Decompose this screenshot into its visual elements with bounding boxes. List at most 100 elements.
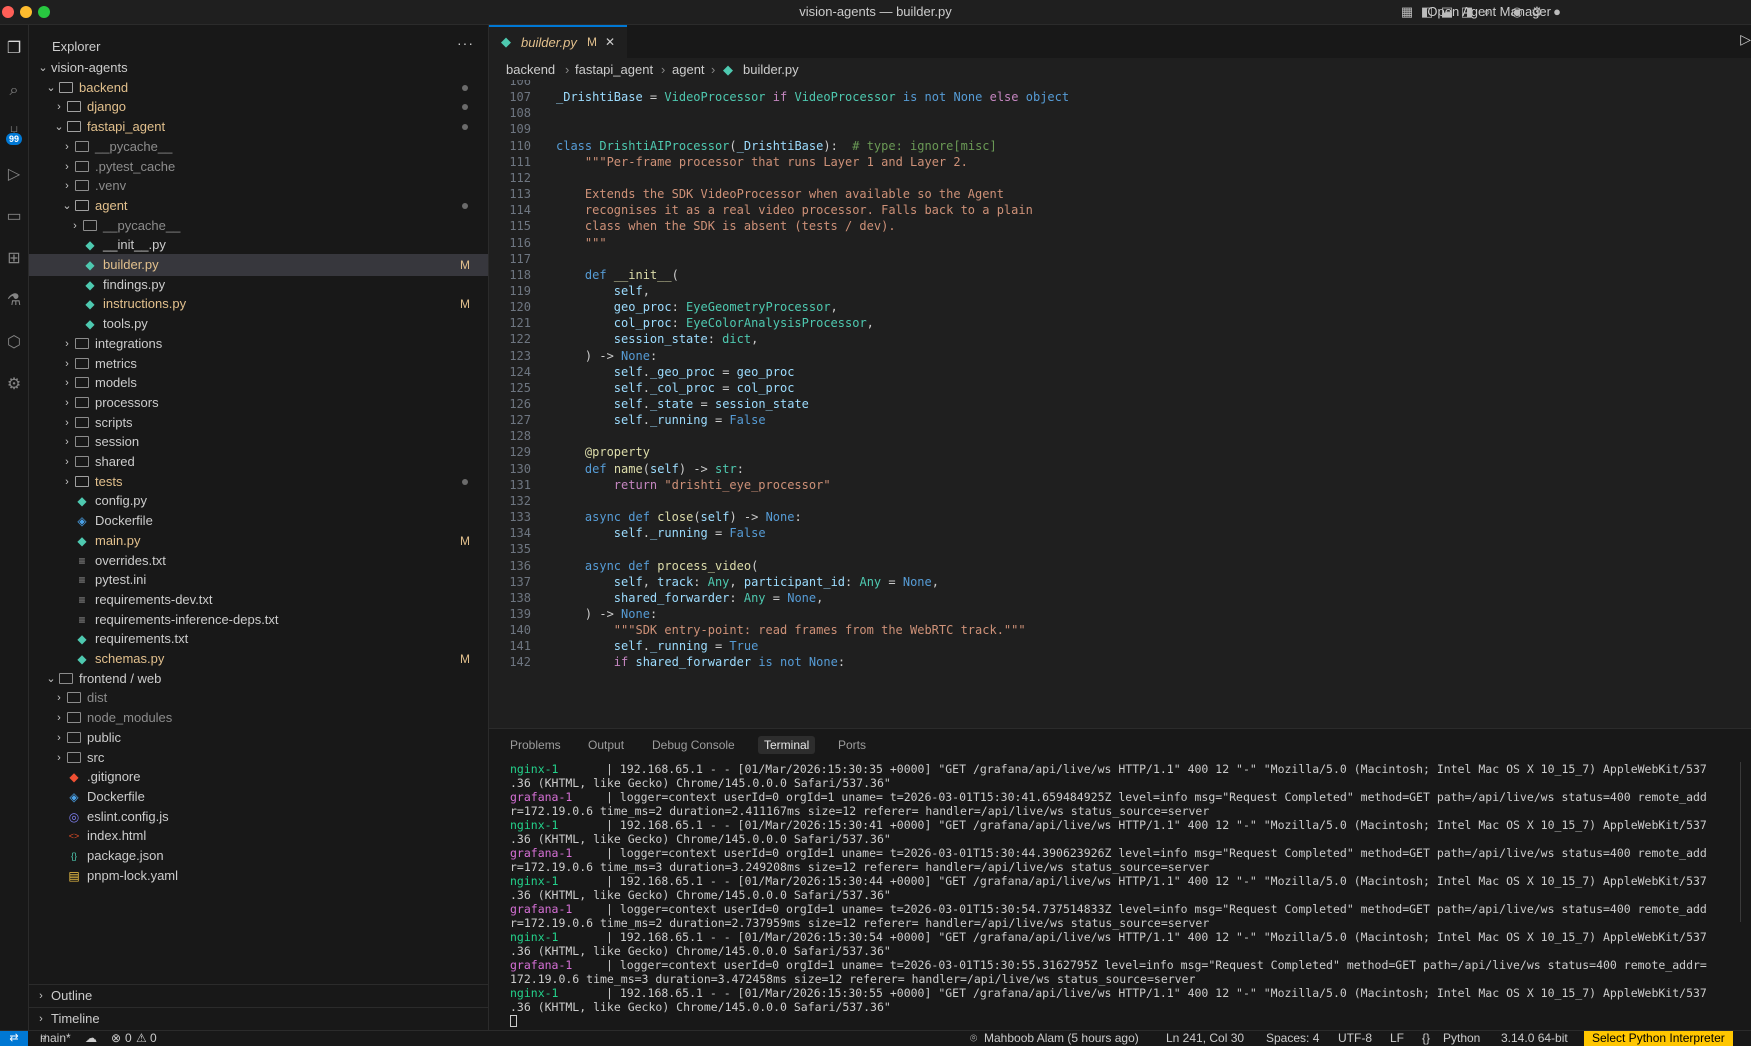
tree-folder[interactable]: › metrics xyxy=(29,353,488,375)
tree-folder[interactable]: › processors xyxy=(29,392,488,414)
tree-folder[interactable]: ⌄ vision-agents xyxy=(29,57,488,79)
chevron-right-icon: › xyxy=(39,990,43,1002)
tree-folder[interactable]: › .pytest_cache xyxy=(29,156,488,178)
run-debug-icon[interactable]: ▷ xyxy=(2,161,26,189)
files-icon[interactable]: ❐ xyxy=(2,35,26,63)
tree-file[interactable]: <> index.html xyxy=(29,825,488,847)
tab-output[interactable]: Output xyxy=(588,738,624,752)
tree-folder[interactable]: › tests xyxy=(29,471,488,493)
timeline-section[interactable]: › Timeline xyxy=(29,1007,488,1030)
breadcrumb-builder-py[interactable]: builder.py xyxy=(743,62,799,77)
warning-count[interactable]: 0 xyxy=(150,1031,157,1046)
tree-folder[interactable]: › __pycache__ xyxy=(29,136,488,158)
testing-icon[interactable]: ⚗ xyxy=(2,287,26,315)
python-version[interactable]: 3.14.0 64-bit xyxy=(1501,1031,1568,1046)
tree-file[interactable]: ◆ schemas.py M xyxy=(29,648,488,670)
cursor-position[interactable]: Ln 241, Col 30 xyxy=(1166,1031,1244,1046)
source-control-icon[interactable]: ⑂99 xyxy=(2,119,26,147)
toggle-secondary-sidebar-icon[interactable]: ◨ xyxy=(1459,4,1475,20)
encoding[interactable]: UTF-8 xyxy=(1338,1031,1372,1046)
git-blame[interactable]: Mahboob Alam (5 hours ago) xyxy=(984,1031,1139,1046)
line-endings[interactable]: LF xyxy=(1390,1031,1404,1046)
breadcrumb-backend[interactable]: backend xyxy=(506,62,555,77)
tab-ports[interactable]: Ports xyxy=(838,738,866,752)
tree-file[interactable]: ◆ builder.py M xyxy=(29,254,488,276)
line-text: class when the SDK is absent (tests / de… xyxy=(556,219,896,234)
settings-sync-icon[interactable]: ⚙ xyxy=(2,371,26,399)
tree-file[interactable]: ≡ overrides.txt xyxy=(29,550,488,572)
language-mode[interactable]: Python xyxy=(1443,1031,1480,1046)
explorer-title: Explorer xyxy=(52,39,101,54)
breadcrumb-agent[interactable]: agent xyxy=(672,62,705,77)
tree-file[interactable]: ◆ config.py xyxy=(29,490,488,512)
layout-customize-icon[interactable]: ▦ xyxy=(1399,4,1415,20)
tree-folder[interactable]: › public xyxy=(29,727,488,749)
remote-indicator-icon[interactable]: ⇄ xyxy=(0,1031,28,1046)
log-text: r=172.19.0.6 time_ms=3 duration=3.249208… xyxy=(510,860,1210,874)
folder-icon xyxy=(67,116,81,138)
tree-file[interactable]: ◆ requirements.txt xyxy=(29,628,488,650)
tree-file[interactable]: ◆ instructions.py M xyxy=(29,293,488,315)
braces-icon: {} xyxy=(1422,1031,1431,1045)
tree-file[interactable]: ◆ .gitignore xyxy=(29,766,488,788)
containers-icon[interactable]: ⬡ xyxy=(2,329,26,357)
tab-problems[interactable]: Problems xyxy=(510,738,561,752)
tab-builder-py[interactable]: ◆ builder.py M ✕ xyxy=(489,25,627,58)
tree-folder[interactable]: › scripts xyxy=(29,412,488,434)
code-editor[interactable]: 106 107 _DrishtiBase = VideoProcessor if V… xyxy=(489,80,1751,728)
tree-file[interactable]: ◆ tools.py xyxy=(29,313,488,335)
outline-section[interactable]: › Outline xyxy=(29,984,488,1007)
terminal-output[interactable]: nginx-1 | 192.168.65.1 - - [01/Mar/2026:1… xyxy=(510,762,1735,1014)
tree-folder[interactable]: › .venv xyxy=(29,175,488,197)
search-icon[interactable]: ⌕ xyxy=(2,77,26,105)
search-icon[interactable]: ⌕ xyxy=(1479,4,1495,20)
run-icon[interactable]: ▷ xyxy=(1740,31,1751,48)
tree-file[interactable]: ◈ Dockerfile xyxy=(29,786,488,808)
account-icon[interactable]: ● xyxy=(1549,4,1565,20)
close-icon[interactable]: ✕ xyxy=(605,35,615,49)
tree-folder[interactable]: › dist xyxy=(29,687,488,709)
tree-file[interactable]: ◆ findings.py xyxy=(29,274,488,296)
breadcrumb-fastapi-agent[interactable]: fastapi_agent xyxy=(575,62,653,77)
tree-file[interactable]: ▤ pnpm-lock.yaml xyxy=(29,865,488,887)
tree-file[interactable]: ≡ requirements-dev.txt xyxy=(29,589,488,611)
tree-file[interactable]: ≡ requirements-inference-deps.txt xyxy=(29,609,488,631)
tree-folder[interactable]: ⌄ fastapi_agent xyxy=(29,116,488,138)
tree-file[interactable]: ◆ __init__.py xyxy=(29,234,488,256)
tree-folder[interactable]: › models xyxy=(29,372,488,394)
more-actions-icon[interactable]: ··· xyxy=(457,35,474,51)
tab-debug-console[interactable]: Debug Console xyxy=(652,738,735,752)
tree-item-label: requirements-dev.txt xyxy=(95,591,213,607)
select-interpreter-button[interactable]: Select Python Interpreter xyxy=(1584,1031,1733,1046)
git-branch-label[interactable]: main* xyxy=(40,1031,71,1046)
toggle-panel-icon[interactable]: ⬓ xyxy=(1439,4,1455,20)
tab-terminal[interactable]: Terminal xyxy=(758,736,816,754)
tree-folder[interactable]: › __pycache__ xyxy=(29,215,488,237)
indentation[interactable]: Spaces: 4 xyxy=(1266,1031,1319,1046)
tree-file[interactable]: ≡ pytest.ini xyxy=(29,569,488,591)
sync-icon[interactable]: ☁ xyxy=(85,1031,97,1046)
terminal-scrollbar[interactable] xyxy=(1740,762,1749,922)
tree-folder[interactable]: › django xyxy=(29,96,488,118)
tree-folder[interactable]: ⌄ agent xyxy=(29,195,488,217)
tree-folder[interactable]: › session xyxy=(29,431,488,453)
tree-file[interactable]: ◎ eslint.config.js xyxy=(29,806,488,828)
toggle-primary-sidebar-icon[interactable]: ◧ xyxy=(1419,4,1435,20)
tree-folder[interactable]: › integrations xyxy=(29,333,488,355)
tree-file[interactable]: ◈ Dockerfile xyxy=(29,510,488,532)
extensions-icon[interactable]: ⊞ xyxy=(2,245,26,273)
tree-file[interactable]: {} package.json xyxy=(29,845,488,867)
tree-file[interactable]: ◆ main.py M xyxy=(29,530,488,552)
error-count[interactable]: 0 xyxy=(125,1031,132,1046)
tree-folder[interactable]: › node_modules xyxy=(29,707,488,729)
tree-folder[interactable]: ⌄ backend xyxy=(29,77,488,99)
copilot-icon[interactable]: ◉ xyxy=(1509,4,1525,20)
tree-folder[interactable]: › src xyxy=(29,747,488,769)
folder-icon xyxy=(67,727,81,749)
remote-explorer-icon[interactable]: ▭ xyxy=(2,203,26,231)
gear-icon[interactable]: ⚙ xyxy=(1529,4,1545,20)
timeline-label: Timeline xyxy=(51,1011,100,1026)
tree-folder[interactable]: › shared xyxy=(29,451,488,473)
docker-icon: ◈ xyxy=(77,514,87,529)
tree-folder[interactable]: ⌄ frontend / web xyxy=(29,668,488,690)
